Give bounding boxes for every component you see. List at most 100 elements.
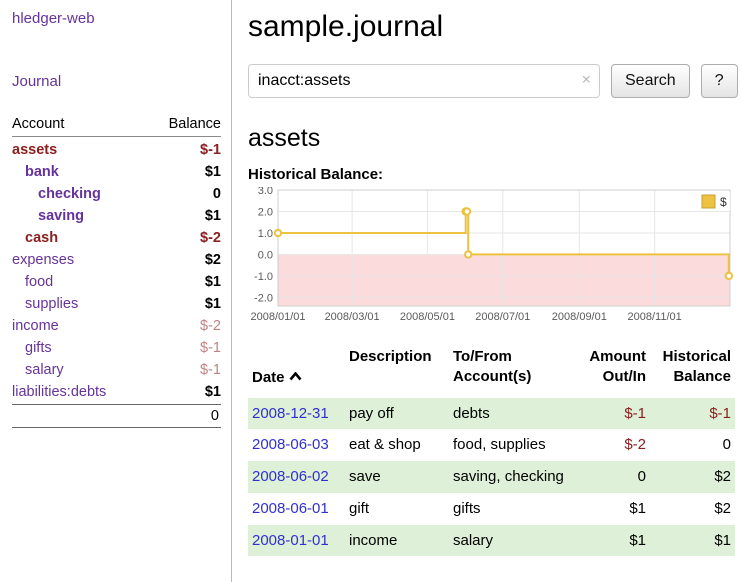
accounts-table-header: Account Balance — [12, 116, 221, 137]
sort-ascending-icon — [289, 367, 302, 387]
transaction-balance: $1 — [650, 525, 735, 557]
transaction-amount: $1 — [570, 525, 650, 557]
page-title: sample.journal — [248, 10, 736, 44]
account-link[interactable]: liabilities:debts — [12, 384, 106, 400]
legend-label: $ — [720, 195, 727, 209]
account-balance: $2 — [205, 252, 221, 268]
account-balance: 0 — [213, 186, 221, 202]
account-link[interactable]: salary — [12, 362, 64, 378]
account-heading: assets — [248, 124, 736, 153]
transaction-amount: 0 — [570, 461, 650, 493]
svg-text:-2.0: -2.0 — [254, 292, 273, 304]
account-balance: $1 — [205, 384, 221, 400]
column-header-balance: Historical Balance — [650, 345, 735, 398]
date-header-label: Date — [252, 369, 285, 386]
register-body: 2008-12-31pay offdebts$-1$-12008-06-03ea… — [248, 398, 735, 557]
svg-text:2008/03/01: 2008/03/01 — [325, 311, 380, 323]
account-row: saving $1 — [12, 205, 221, 227]
account-link[interactable]: checking — [12, 186, 101, 202]
account-balance: $-1 — [200, 142, 221, 158]
transaction-amount: $-2 — [570, 429, 650, 461]
account-link[interactable]: gifts — [12, 340, 52, 356]
accounts-total-value: 0 — [211, 408, 219, 424]
register-header-row: Date Description To/From Account(s) Amou… — [248, 345, 735, 398]
account-balance: $-2 — [200, 318, 221, 334]
transaction-row[interactable]: 2008-12-31pay offdebts$-1$-1 — [248, 398, 735, 430]
transaction-accounts: gifts — [449, 493, 570, 525]
svg-text:1.0: 1.0 — [258, 228, 273, 240]
clear-search-icon[interactable]: × — [582, 73, 591, 89]
transaction-row[interactable]: 2008-06-01giftgifts$1$2 — [248, 493, 735, 525]
transaction-description: eat & shop — [345, 429, 449, 461]
account-balance: $1 — [205, 296, 221, 312]
svg-text:-1.0: -1.0 — [254, 271, 273, 283]
account-balance: $-2 — [200, 230, 221, 246]
search-button[interactable]: Search — [611, 64, 690, 98]
transaction-description: gift — [345, 493, 449, 525]
accounts-list: assets $-1 bank $1 checking 0 saving $1 cash $-2 e… — [12, 139, 221, 403]
sidebar: hledger-web Journal Account Balance asse… — [0, 0, 232, 582]
svg-text:2008/01/01: 2008/01/01 — [250, 311, 305, 323]
svg-text:2.0: 2.0 — [258, 206, 273, 218]
account-balance: $1 — [205, 164, 221, 180]
accounts-header-account: Account — [12, 116, 64, 132]
account-row: checking 0 — [12, 183, 221, 205]
transaction-row[interactable]: 2008-06-03eat & shopfood, supplies$-20 — [248, 429, 735, 461]
transaction-description: pay off — [345, 398, 449, 430]
account-balance: $1 — [205, 274, 221, 290]
legend-swatch — [702, 195, 715, 208]
column-header-accounts: To/From Account(s) — [449, 345, 570, 398]
transaction-date-link[interactable]: 2008-12-31 — [248, 398, 345, 430]
sidebar-item-journal[interactable]: Journal — [12, 73, 61, 90]
transaction-row[interactable]: 2008-01-01incomesalary$1$1 — [248, 525, 735, 557]
transaction-description: save — [345, 461, 449, 493]
transaction-balance: 0 — [650, 429, 735, 461]
search-box: × — [248, 64, 600, 98]
transaction-accounts: debts — [449, 398, 570, 430]
account-link[interactable]: saving — [12, 208, 84, 224]
transaction-date-link[interactable]: 2008-06-02 — [248, 461, 345, 493]
account-row: supplies $1 — [12, 293, 221, 315]
svg-text:2008/05/01: 2008/05/01 — [400, 311, 455, 323]
accounts-total-row: 0 — [12, 404, 221, 428]
account-link[interactable]: food — [12, 274, 53, 290]
account-row: bank $1 — [12, 161, 221, 183]
transaction-date-link[interactable]: 2008-06-01 — [248, 493, 345, 525]
search-row: × Search ? — [248, 64, 736, 98]
transaction-balance: $2 — [650, 493, 735, 525]
svg-text:2008/11/01: 2008/11/01 — [628, 311, 682, 323]
account-link[interactable]: expenses — [12, 252, 74, 268]
account-row: gifts$-1 — [12, 337, 221, 359]
account-link[interactable]: supplies — [12, 296, 78, 312]
transaction-description: income — [345, 525, 449, 557]
transaction-date-link[interactable]: 2008-01-01 — [248, 525, 345, 557]
account-link[interactable]: cash — [12, 230, 58, 246]
help-button[interactable]: ? — [701, 64, 738, 98]
account-link[interactable]: income — [12, 318, 59, 334]
svg-text:2008/09/01: 2008/09/01 — [552, 311, 607, 323]
account-row: expenses $2 — [12, 249, 221, 271]
transaction-balance: $2 — [650, 461, 735, 493]
account-balance: $1 — [205, 208, 221, 224]
chart-title: Historical Balance: — [248, 166, 736, 183]
transaction-accounts: saving, checking — [449, 461, 570, 493]
transaction-row[interactable]: 2008-06-02savesaving, checking0$2 — [248, 461, 735, 493]
account-row: salary$-1 — [12, 359, 221, 381]
transaction-accounts: salary — [449, 525, 570, 557]
account-row: cash $-2 — [12, 227, 221, 249]
svg-text:2008/07/01: 2008/07/01 — [475, 311, 530, 323]
transaction-date-link[interactable]: 2008-06-03 — [248, 429, 345, 461]
accounts-header-balance: Balance — [169, 116, 221, 132]
account-link[interactable]: bank — [12, 164, 59, 180]
column-header-date[interactable]: Date — [248, 345, 345, 398]
column-header-amount: Amount Out/In — [570, 345, 650, 398]
account-row: liabilities:debts $1 — [12, 381, 221, 403]
account-row: food $1 — [12, 271, 221, 293]
register-table: Date Description To/From Account(s) Amou… — [248, 345, 735, 556]
account-link[interactable]: assets — [12, 142, 57, 158]
svg-text:0.0: 0.0 — [258, 249, 273, 261]
search-input[interactable] — [248, 64, 600, 98]
account-row: assets $-1 — [12, 139, 221, 161]
column-header-description: Description — [345, 345, 449, 398]
brand-link[interactable]: hledger-web — [12, 10, 95, 27]
